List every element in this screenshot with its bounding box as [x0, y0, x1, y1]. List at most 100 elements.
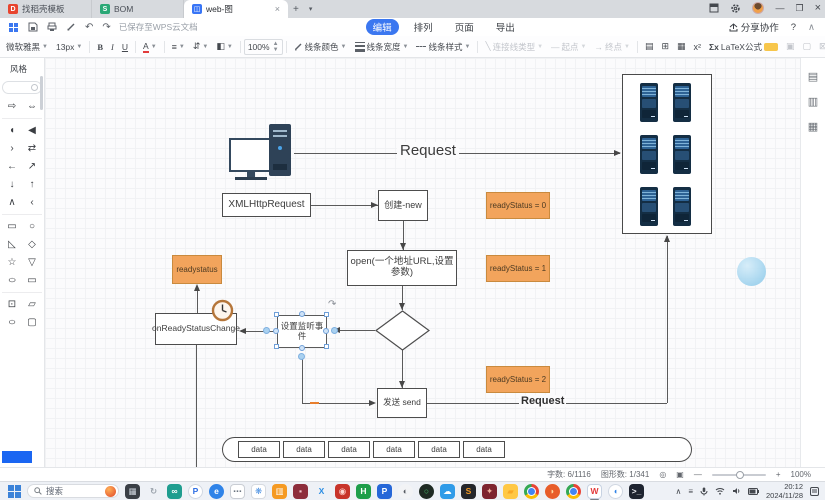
shape-item[interactable]: ☆ [4, 256, 20, 269]
zoom-in-button[interactable]: + [776, 470, 781, 479]
new-tab-button[interactable]: + [288, 4, 304, 15]
line-width-button[interactable]: 线条宽度▼ [351, 41, 413, 53]
taskbar-icon-orange-s-app[interactable]: S [461, 484, 476, 499]
selection-handle[interactable] [324, 344, 329, 349]
undo-icon[interactable]: ↶ [85, 22, 93, 33]
tab-web-diagram[interactable]: ◫ web-图 × [184, 0, 288, 18]
shape-arrow-both[interactable]: ⇔ [24, 100, 40, 113]
shape-item[interactable]: ◇ [24, 238, 40, 251]
node-readystatus-2[interactable]: readyStatus = 2 [486, 366, 550, 393]
taskbar-icon-loop-app[interactable]: ∞ [167, 484, 182, 499]
shape-search-input[interactable] [2, 81, 42, 94]
close-window-button[interactable]: × [815, 2, 821, 14]
server-icon[interactable] [640, 83, 658, 122]
shape-item[interactable]: ○ [0, 274, 24, 287]
connector-server-down[interactable] [667, 236, 668, 403]
data-box[interactable]: data [328, 441, 370, 458]
taskbar-icon-quark-browser[interactable]: ◖ [608, 484, 623, 499]
server-icon[interactable] [640, 187, 658, 226]
shape-item[interactable]: ↗ [24, 160, 40, 173]
shape-item[interactable]: ⇄ [24, 142, 40, 155]
rotate-handle[interactable]: ↷ [328, 299, 336, 310]
taskbar-icon-green-ring-app[interactable]: ○ [419, 484, 434, 499]
clock[interactable]: 20:122024/11/28 [766, 482, 803, 500]
sidebar-scrollbar[interactable] [40, 76, 43, 110]
style-panel-title[interactable]: 风格 [0, 58, 44, 79]
shape-item[interactable]: ▱ [24, 298, 40, 311]
server-icon[interactable] [673, 187, 691, 226]
shape-item[interactable]: ▭ [24, 274, 40, 287]
selection-handle[interactable] [323, 328, 329, 334]
shape-item[interactable]: ∧ [4, 196, 20, 209]
node-xmlhttprequest[interactable]: XMLHttpRequest [222, 193, 311, 217]
taskbar-icon-terminal-app[interactable]: >_ [629, 484, 644, 499]
taskbar-icon-sync-app[interactable]: ↻ [146, 484, 161, 499]
selection-handle[interactable] [273, 328, 279, 334]
taskbar-icon-photos-app[interactable]: ▦ [125, 484, 140, 499]
selection-handle[interactable] [299, 311, 305, 317]
help-button[interactable]: ? [791, 22, 796, 33]
assistant-bubble[interactable] [737, 257, 766, 286]
superscript-button[interactable]: x² [690, 42, 706, 52]
minimize-button[interactable]: — [775, 3, 784, 13]
print-icon[interactable] [47, 22, 57, 32]
font-size-select[interactable]: 13px▼ [52, 42, 86, 52]
menu-arrange[interactable]: 排列 [407, 19, 440, 35]
connector-diamond-listener[interactable] [335, 330, 375, 331]
data-box[interactable]: data [238, 441, 280, 458]
shape-item[interactable]: ○ [1, 316, 23, 329]
layout-mode-icon[interactable] [709, 3, 719, 13]
taskbar-icon-red-multi-app[interactable]: ✦ [482, 484, 497, 499]
selection-handle[interactable] [274, 312, 279, 317]
zoom-percentage[interactable]: 100% [791, 470, 811, 479]
tab-list-button[interactable]: ▾ [304, 5, 318, 13]
connector-xml-create[interactable] [311, 205, 378, 206]
connector-listener-onready[interactable] [241, 331, 277, 332]
taskbar-icon-red-app[interactable]: ◉ [335, 484, 350, 499]
node-set-listener[interactable]: 设置监听事件 [277, 315, 327, 348]
taskbar-icon-chrome-browser[interactable] [524, 484, 539, 499]
line-style-button[interactable]: 线条样式▼ [412, 41, 474, 53]
taskbar-icon-wps-office[interactable]: W [587, 484, 602, 499]
taskbar-icon-blue-p2-app[interactable]: P [377, 484, 392, 499]
ime-indicator[interactable]: ≡ [688, 487, 693, 496]
shape-item[interactable]: ▽ [24, 256, 40, 269]
settings-gear-icon[interactable] [730, 3, 741, 14]
panel-pages-icon[interactable]: ▤ [801, 70, 825, 83]
data-pill-container[interactable]: data data data data data data [222, 437, 692, 462]
data-box[interactable]: data [418, 441, 460, 458]
computer-monitor-icon[interactable] [229, 138, 273, 172]
tab-bom[interactable]: S BOM [92, 0, 184, 18]
restore-button[interactable]: ❐ [795, 3, 803, 14]
connection-point[interactable] [331, 327, 338, 334]
shape-item[interactable]: ‹ [24, 196, 40, 209]
taskbar-icon-cloud-app[interactable]: ☁ [440, 484, 455, 499]
menu-edit[interactable]: 编辑 [366, 19, 399, 35]
node-readystatus[interactable]: readystatus [172, 255, 222, 284]
shape-item[interactable]: ↓ [4, 178, 20, 191]
info-icon[interactable]: ◎ [659, 470, 666, 479]
fit-view-icon[interactable]: ▣ [676, 470, 684, 479]
table-insert-button[interactable]: ⊞ [657, 41, 673, 52]
italic-button[interactable]: I [107, 42, 118, 52]
taskbar-icon-green-h-app[interactable]: H [356, 484, 371, 499]
shape-item[interactable]: ⊡ [4, 298, 20, 311]
server-icon[interactable] [640, 135, 658, 174]
notification-icon[interactable] [810, 487, 819, 496]
shape-item[interactable]: ◺ [4, 238, 20, 251]
taskbar-icon-edge-browser[interactable]: e [209, 484, 224, 499]
node-open-url[interactable]: open(一个地址URL,设置参数) [347, 250, 457, 286]
shape-item[interactable]: ◖ [4, 124, 20, 137]
taskbar-icon-maroon-app[interactable]: ▪ [293, 484, 308, 499]
zoom-spinner[interactable]: 100%▲▼ [244, 39, 283, 55]
connector-onready-down[interactable] [196, 345, 197, 467]
format-painter-icon[interactable] [66, 22, 76, 32]
bold-button[interactable]: B [93, 42, 107, 52]
data-box[interactable]: data [463, 441, 505, 458]
data-box[interactable]: data [373, 441, 415, 458]
panel-layers-icon[interactable]: ▥ [801, 95, 825, 108]
collapse-toolbar-button[interactable]: ∧ [808, 22, 815, 33]
tab-docer[interactable]: D 找稻壳模板 [0, 0, 92, 18]
start-button[interactable] [8, 485, 21, 498]
selection-handle[interactable] [324, 312, 329, 317]
